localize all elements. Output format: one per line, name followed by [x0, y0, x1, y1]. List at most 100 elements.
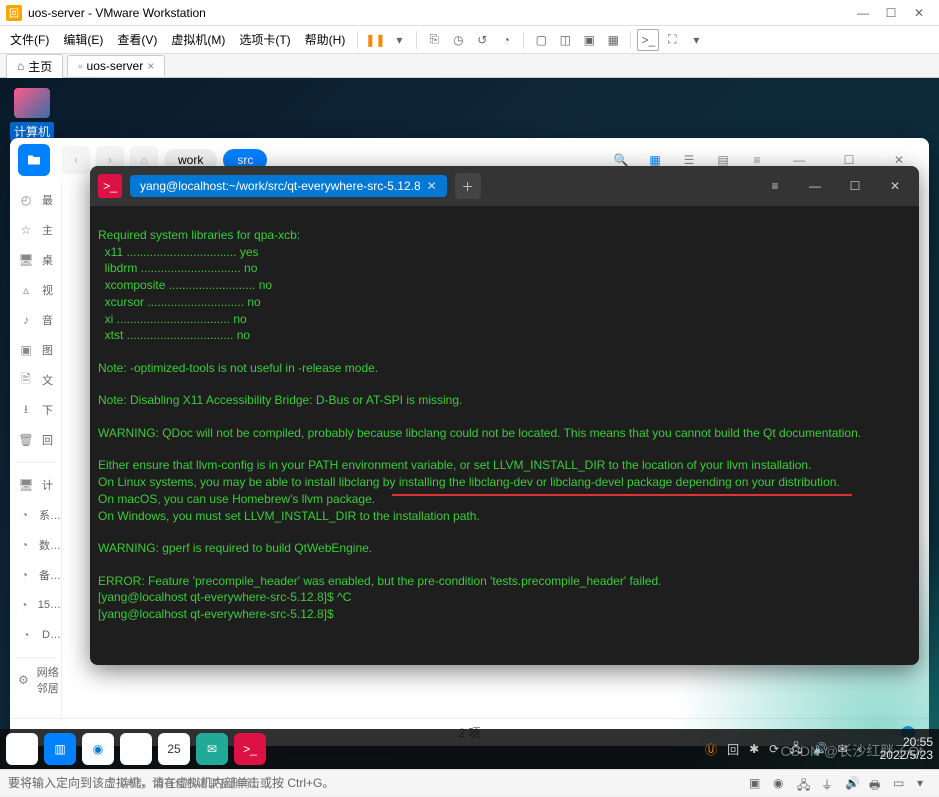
sidebar-item[interactable]: 🗑回 — [10, 426, 61, 454]
sidebar-item[interactable]: 🖥计 — [10, 471, 61, 499]
dev-printer-icon[interactable]: 🖶 — [869, 776, 883, 790]
terminal-icon: >_ — [98, 174, 122, 198]
fm-maximize-button[interactable]: ☐ — [827, 153, 871, 167]
launcher-icon[interactable]: ✦ — [6, 733, 38, 765]
menu-tabs[interactable]: 选项卡(T) — [233, 29, 296, 50]
tray-updates-icon[interactable]: ⟳ — [769, 742, 779, 756]
sidebar-item[interactable]: ◔D… — [10, 621, 61, 649]
terminal-body[interactable]: Required system libraries for qpa-xcb: x… — [90, 206, 919, 665]
terminal-tab-close-icon[interactable]: ✕ — [427, 179, 437, 193]
sidebar-item-label: 计 — [42, 477, 53, 493]
fm-minimize-button[interactable]: — — [777, 153, 821, 167]
menu-view[interactable]: 查看(V) — [111, 29, 163, 50]
term-line: xi .................................. no — [98, 312, 247, 326]
dev-cd-icon[interactable]: ◉ — [773, 776, 787, 790]
sidebar-item[interactable]: ⭳下 — [10, 396, 61, 424]
close-button[interactable]: ✕ — [905, 6, 933, 20]
terminal-tab[interactable]: yang@localhost:~/work/src/qt-everywhere-… — [130, 175, 447, 197]
vmware-titlebar: 回 uos-server - VMware Workstation — ☐ ✕ — [0, 0, 939, 26]
menu-icon[interactable]: ≡ — [743, 153, 771, 167]
snapshot-icon[interactable]: ◷ — [447, 29, 469, 51]
fm-close-button[interactable]: ✕ — [877, 153, 921, 167]
guest-desktop[interactable]: 计算机 ‹ › ⌂ work src 🔍 ▦ ☰ ▤ ≡ — ☐ ✕ ◴最☆主🖥… — [0, 78, 939, 795]
dropdown2-icon[interactable]: ▾ — [685, 29, 707, 51]
sidebar-item[interactable]: ◔数… — [10, 531, 61, 559]
sidebar-item[interactable]: ◔系… — [10, 501, 61, 529]
menu-help[interactable]: 帮助(H) — [299, 29, 352, 50]
term-prompt: [yang@localhost qt-everywhere-src-5.12.8… — [98, 590, 351, 604]
terminal-close-button[interactable]: ✕ — [879, 179, 911, 193]
browser-icon[interactable]: ◐ — [120, 733, 152, 765]
manage-icon[interactable]: ◔ — [495, 29, 517, 51]
clock[interactable]: 20:55 2022/5/23 — [880, 736, 933, 762]
term-prompt: [yang@localhost qt-everywhere-src-5.12.8… — [98, 607, 337, 621]
sidebar-item-label: 音 — [42, 312, 53, 328]
dev-usb-icon[interactable]: ⏚ — [821, 776, 835, 790]
sidebar-item-icon: ◔ — [18, 598, 30, 612]
menu-file[interactable]: 文件(F) — [4, 29, 55, 50]
dropdown-icon[interactable]: ▾ — [388, 29, 410, 51]
fullscreen-icon[interactable]: ▢ — [530, 29, 552, 51]
sidebar-item[interactable]: ▵视 — [10, 276, 61, 304]
back-button[interactable]: ‹ — [62, 146, 90, 174]
term-warning: WARNING: gperf is required to build QtWe… — [98, 541, 372, 555]
taskbar-terminal-icon[interactable]: >_ — [234, 733, 266, 765]
send-keys-icon[interactable]: ⎘ — [423, 29, 445, 51]
tray-volume-icon[interactable]: 🔊 — [813, 742, 828, 756]
sidebar-item[interactable]: ▣图 — [10, 336, 61, 364]
sidebar-item-label: 文 — [42, 372, 53, 388]
tray-chevron-icon[interactable]: ‹ — [858, 742, 862, 756]
console-icon[interactable]: ▣ — [578, 29, 600, 51]
sidebar-item[interactable]: ♪音 — [10, 306, 61, 334]
dev-display-icon[interactable]: ▭ — [893, 776, 907, 790]
pause-icon[interactable]: ❚❚ — [364, 29, 386, 51]
tray-network-icon[interactable]: 🖧 — [789, 739, 802, 760]
mail-icon[interactable]: ✉ — [196, 733, 228, 765]
sidebar-item[interactable]: ◔15… — [10, 591, 61, 619]
terminal-maximize-button[interactable]: ☐ — [839, 179, 871, 193]
tab-close-icon[interactable]: × — [147, 59, 154, 73]
dev-hdd-icon[interactable]: ▣ — [749, 776, 763, 790]
dev-net-icon[interactable]: 🖧 — [797, 776, 811, 790]
sidebar-item[interactable]: ☆主 — [10, 216, 61, 244]
desktop-computer-icon[interactable]: 计算机 — [10, 88, 54, 141]
list-view-icon[interactable]: ☰ — [675, 153, 703, 167]
icon-view-icon[interactable]: ▦ — [641, 153, 669, 167]
sidebar-item[interactable]: ◔备… — [10, 561, 61, 589]
sidebar-item-icon: ◴ — [18, 193, 34, 207]
dev-sound-icon[interactable]: 🔊 — [845, 776, 859, 790]
new-tab-button[interactable]: ＋ — [455, 173, 481, 199]
thumbnail-icon[interactable]: ▦ — [602, 29, 624, 51]
calendar-icon[interactable]: 25 — [158, 733, 190, 765]
edge-icon[interactable]: ◉ — [82, 733, 114, 765]
detail-view-icon[interactable]: ▤ — [709, 153, 737, 167]
tray-uos-icon[interactable]: Ⓤ — [705, 741, 717, 758]
annotation-underline — [392, 494, 852, 496]
stretch-icon[interactable]: ⛶ — [661, 29, 683, 51]
dev-more-icon[interactable]: ▾ — [917, 776, 931, 790]
tray-ime-icon[interactable]: 回 — [727, 741, 739, 758]
terminal-icon[interactable]: >_ — [637, 29, 659, 51]
terminal-menu-icon[interactable]: ≡ — [759, 179, 791, 193]
taskbar-fm-icon[interactable]: ▥ — [44, 733, 76, 765]
unity-icon[interactable]: ◫ — [554, 29, 576, 51]
sidebar-item[interactable]: ◴最 — [10, 186, 61, 214]
tab-home-label: 主页 — [28, 58, 52, 75]
menu-vm[interactable]: 虚拟机(M) — [165, 29, 231, 50]
tray-accessibility-icon[interactable]: ✱ — [749, 742, 759, 756]
terminal-minimize-button[interactable]: — — [799, 179, 831, 193]
tab-vm[interactable]: ▫ uos-server × — [67, 55, 165, 76]
maximize-button[interactable]: ☐ — [877, 6, 905, 20]
sidebar-item[interactable]: 🖹文 — [10, 366, 61, 394]
search-icon[interactable]: 🔍 — [607, 153, 635, 167]
tab-home[interactable]: ⌂ 主页 — [6, 54, 63, 78]
tray-notify-icon[interactable]: ✉ — [838, 742, 848, 756]
menu-edit[interactable]: 编辑(E) — [57, 29, 109, 50]
sidebar-item[interactable]: 🖥桌 — [10, 246, 61, 274]
sidebar-item[interactable]: ⚙网络邻居 — [10, 666, 61, 694]
revert-icon[interactable]: ↺ — [471, 29, 493, 51]
window-title: uos-server - VMware Workstation — [28, 6, 849, 20]
home-icon: ⌂ — [17, 59, 24, 73]
sidebar-item-icon: ◔ — [18, 628, 34, 642]
minimize-button[interactable]: — — [849, 6, 877, 20]
